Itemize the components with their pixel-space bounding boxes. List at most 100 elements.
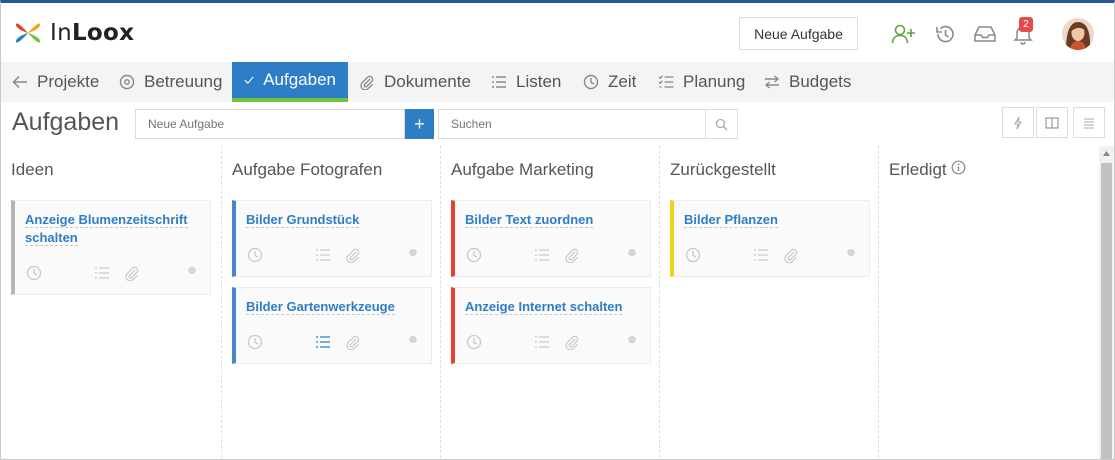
paperclip-icon xyxy=(360,75,374,90)
comment-icon[interactable] xyxy=(591,333,609,351)
inbox-icon[interactable] xyxy=(972,21,998,47)
assignee-icon[interactable] xyxy=(404,246,422,264)
column-title: Aufgabe Marketing xyxy=(451,160,594,180)
clock-icon[interactable] xyxy=(465,246,483,264)
assignee-icon[interactable] xyxy=(623,333,641,351)
comment-icon[interactable] xyxy=(591,246,609,264)
task-title-link[interactable]: Bilder Gartenwerkzeuge xyxy=(246,299,395,315)
plus-icon: + xyxy=(414,113,425,134)
task-card[interactable]: Bilder Text zuordnen xyxy=(451,200,651,277)
board-view-button[interactable] xyxy=(1036,107,1068,138)
column-title-text: Aufgabe Fotografen xyxy=(232,160,383,179)
comment-icon[interactable] xyxy=(810,246,828,264)
filter-button[interactable] xyxy=(1002,107,1034,138)
add-user-icon[interactable] xyxy=(891,21,917,47)
nav-label: Planung xyxy=(683,72,746,91)
paperclip-icon[interactable] xyxy=(344,333,362,351)
nav-item-listen[interactable]: Listen xyxy=(491,62,561,102)
nav-item-aufgaben[interactable]: Aufgaben xyxy=(232,62,348,102)
paperclip-icon[interactable] xyxy=(563,333,581,351)
clock-icon[interactable] xyxy=(465,333,483,351)
board-column: Zurückgestellt Bilder Pflanzen xyxy=(670,146,880,459)
clock-icon[interactable] xyxy=(246,333,264,351)
checklist-icon[interactable] xyxy=(314,246,332,264)
task-title-link[interactable]: Bilder Text zuordnen xyxy=(465,212,594,228)
nav-item-planung[interactable]: Planung xyxy=(658,62,745,102)
checklist-icon[interactable] xyxy=(533,246,551,264)
check-icon xyxy=(244,76,254,84)
nav-item-zeit[interactable]: Zeit xyxy=(583,62,636,102)
user-avatar[interactable] xyxy=(1062,18,1094,50)
nav-label: Listen xyxy=(516,72,562,91)
logo-wordmark: InLoox xyxy=(50,20,135,46)
assignee-icon[interactable] xyxy=(183,264,201,282)
notification-count-badge: 2 xyxy=(1019,17,1033,32)
assignee-icon[interactable] xyxy=(842,246,860,264)
clock-icon[interactable] xyxy=(684,246,702,264)
task-card[interactable]: Bilder Grundstück xyxy=(232,200,432,277)
task-title-link[interactable]: Anzeige Blumenzeitschrift schalten xyxy=(25,212,188,246)
columns-icon xyxy=(1045,116,1059,129)
column-title: Ideen xyxy=(11,160,54,180)
column-divider xyxy=(221,146,222,459)
search-input[interactable] xyxy=(438,109,706,139)
column-title-text: Aufgabe Marketing xyxy=(451,160,594,179)
list-view-button[interactable] xyxy=(1073,107,1105,138)
task-card[interactable]: Anzeige Internet schalten xyxy=(451,287,651,364)
comment-icon[interactable] xyxy=(151,264,169,282)
paperclip-icon[interactable] xyxy=(123,264,141,282)
nav-label: Dokumente xyxy=(384,72,471,91)
checklist-icon[interactable] xyxy=(93,264,111,282)
task-card-actions xyxy=(465,333,642,351)
search-button[interactable] xyxy=(706,109,738,139)
column-title: Aufgabe Fotografen xyxy=(232,160,382,180)
info-icon[interactable] xyxy=(951,160,966,180)
nav-label: Betreuung xyxy=(144,72,223,91)
board-column: Ideen Anzeige Blumenzeitschrift schalten xyxy=(11,146,221,459)
comment-icon[interactable] xyxy=(372,246,390,264)
nav-item-dokumente[interactable]: Dokumente xyxy=(359,62,471,102)
project-nav-bar: Projekte Betreuung Aufgaben Dokumente Li… xyxy=(1,62,1114,102)
task-title-link[interactable]: Bilder Grundstück xyxy=(246,212,360,228)
scrollbar-thumb[interactable] xyxy=(1101,163,1112,459)
nav-label: Zeit xyxy=(608,72,637,91)
checklist-icon[interactable] xyxy=(752,246,770,264)
arrow-left-icon xyxy=(12,75,27,89)
scroll-up-arrow[interactable] xyxy=(1099,146,1114,161)
task-card[interactable]: Bilder Pflanzen xyxy=(670,200,870,277)
task-card[interactable]: Anzeige Blumenzeitschrift schalten xyxy=(11,200,211,295)
history-icon[interactable] xyxy=(932,21,958,47)
paperclip-icon[interactable] xyxy=(782,246,800,264)
inloox-logo[interactable]: InLoox xyxy=(13,18,134,48)
task-card[interactable]: Bilder Gartenwerkzeuge xyxy=(232,287,432,364)
assignee-icon[interactable] xyxy=(404,333,422,351)
comment-icon[interactable] xyxy=(372,333,390,351)
assignee-icon[interactable] xyxy=(623,246,641,264)
page-title: Aufgaben xyxy=(12,108,120,136)
checklist-icon xyxy=(658,75,674,88)
nav-item-projekte[interactable]: Projekte xyxy=(12,62,99,102)
nav-item-betreuung[interactable]: Betreuung xyxy=(119,62,222,102)
new-task-button[interactable]: Neue Aufgabe xyxy=(739,17,858,50)
nav-label: Budgets xyxy=(789,72,852,91)
checklist-icon[interactable] xyxy=(314,333,332,351)
app-window: InLoox Neue Aufgabe 2 Projekte Betreuung… xyxy=(0,0,1115,460)
nav-item-budgets[interactable]: Budgets xyxy=(764,62,851,102)
board-column: Aufgabe Marketing Bilder Text zuordnen Anz… xyxy=(451,146,661,459)
quick-add-task-input[interactable] xyxy=(135,109,405,139)
add-task-button[interactable]: + xyxy=(405,109,434,139)
column-title: Erledigt xyxy=(889,160,966,180)
top-header: InLoox Neue Aufgabe 2 xyxy=(1,3,1114,62)
task-title-link[interactable]: Bilder Pflanzen xyxy=(684,212,778,228)
lines-icon xyxy=(1084,117,1094,129)
column-title: Zurückgestellt xyxy=(670,160,776,180)
clock-icon[interactable] xyxy=(246,246,264,264)
checklist-icon[interactable] xyxy=(533,333,551,351)
search-icon xyxy=(715,118,728,130)
inloox-logo-icon xyxy=(15,23,41,43)
paperclip-icon[interactable] xyxy=(344,246,362,264)
target-icon xyxy=(119,74,135,90)
clock-icon[interactable] xyxy=(25,264,43,282)
task-title-link[interactable]: Anzeige Internet schalten xyxy=(465,299,623,315)
paperclip-icon[interactable] xyxy=(563,246,581,264)
